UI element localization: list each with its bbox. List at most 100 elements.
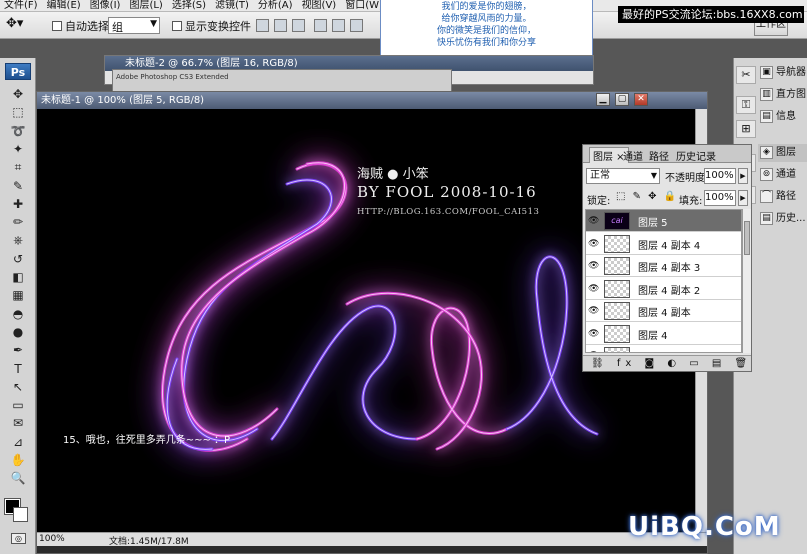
tools-panel: Ps ◎ ✥ ⬚ ➰ ✦ ⌗ ✎ ✚ ✏ ⎈ ↺ ◧ ▦ ◓ ● ✒ T ↖ ▭ ✉ ⊿ ✋ 🔍 bbox=[0, 58, 36, 554]
close-button[interactable]: ✕ bbox=[634, 93, 648, 106]
layer-row[interactable]: 👁 cai 图层 5 bbox=[586, 210, 741, 232]
quick-mask-icon[interactable]: ◎ bbox=[11, 533, 26, 544]
menu-item[interactable]: 图像(I) bbox=[90, 0, 121, 11]
auto-select-value: 组 bbox=[112, 21, 123, 34]
visibility-eye-icon[interactable]: 👁 bbox=[588, 261, 599, 271]
visibility-eye-icon[interactable]: 👁 bbox=[588, 239, 599, 249]
auto-select-dropdown[interactable]: 组 ▼ bbox=[108, 17, 160, 34]
scroll-thumb[interactable] bbox=[744, 221, 750, 255]
dock-panel-label: 导航器 bbox=[776, 67, 806, 78]
dock-panel-0[interactable]: ▣ 导航器 bbox=[758, 64, 807, 82]
layer-row[interactable]: 👁 图层 3 副本 3 bbox=[586, 345, 741, 352]
lasso-icon[interactable]: ➰ bbox=[9, 123, 27, 140]
align-bottom-icon[interactable] bbox=[292, 19, 305, 32]
visibility-eye-icon[interactable]: 👁 bbox=[588, 216, 599, 226]
dock-panel-label: 路径 bbox=[776, 191, 796, 202]
grid-icon[interactable]: ⊞ bbox=[736, 120, 756, 138]
minimize-button[interactable]: ▁ bbox=[596, 93, 610, 106]
background-color-swatch[interactable] bbox=[13, 507, 28, 522]
menu-item[interactable]: 分析(A) bbox=[258, 0, 293, 11]
layers-panel: 图层 × 通道 路径 历史记录 正常 ▼ 不透明度: 100% ▶ 锁定: ⬚ ✎ ✥ … bbox=[582, 144, 752, 372]
dodge-icon[interactable]: ● bbox=[9, 324, 27, 341]
visibility-eye-icon[interactable]: 👁 bbox=[588, 306, 599, 316]
auto-select-checkbox[interactable]: 自动选择: bbox=[52, 18, 113, 34]
layer-row[interactable]: 👁 图层 4 副本 2 bbox=[586, 277, 741, 300]
fill-input[interactable]: 100% bbox=[704, 190, 736, 206]
brush-icon[interactable]: ✏ bbox=[9, 214, 27, 231]
layer-row[interactable]: 👁 图层 4 副本 bbox=[586, 300, 741, 322]
shape-icon[interactable]: ▭ bbox=[9, 397, 27, 414]
menu-item[interactable]: 选择(S) bbox=[172, 0, 206, 11]
tab-3[interactable]: 历史记录 bbox=[676, 148, 716, 163]
zoom-level[interactable]: 100% bbox=[39, 534, 65, 544]
notes-icon[interactable]: ✉ bbox=[9, 415, 27, 432]
opacity-input[interactable]: 100% bbox=[704, 168, 736, 184]
opacity-slider-button[interactable]: ▶ bbox=[738, 168, 748, 184]
blend-mode-value: 正常 bbox=[590, 170, 610, 181]
blur-icon[interactable]: ◓ bbox=[9, 306, 27, 323]
dock-panel2-0[interactable]: ◈ 图层 bbox=[758, 144, 807, 162]
site-watermark: UiBQ.CoM bbox=[628, 512, 781, 542]
zoom-icon[interactable]: 🔍 bbox=[9, 470, 27, 487]
move-tool-icon[interactable]: ✥▾ bbox=[6, 16, 23, 31]
history-brush-icon[interactable]: ↺ bbox=[9, 251, 27, 268]
path-select-icon[interactable]: ↖ bbox=[9, 379, 27, 396]
dock-panel-2[interactable]: ▤ 信息 bbox=[758, 108, 807, 126]
visibility-eye-icon[interactable]: 👁 bbox=[588, 329, 599, 339]
layers-scrollbar[interactable] bbox=[742, 209, 751, 353]
menu-item[interactable]: 图层(L) bbox=[129, 0, 162, 11]
dock-panel2-2[interactable]: ⌒ 路径 bbox=[758, 188, 807, 206]
layers-footer-icons[interactable]: ⛓ fx ◙ ◐ ▭ ▤ 🗑 bbox=[583, 355, 751, 371]
eraser-icon[interactable]: ◧ bbox=[9, 269, 27, 286]
layers-list: 👁 cai 图层 5 👁 图层 4 副本 4 👁 图层 4 副本 3 👁 图层 4 副本 2 👁 图… bbox=[585, 209, 742, 353]
layer-name: 图层 4 副本 4 bbox=[638, 240, 701, 252]
hand-icon[interactable]: ✋ bbox=[9, 452, 27, 469]
scissors-icon[interactable]: ✂ bbox=[736, 66, 756, 84]
maximize-button[interactable]: ▢ bbox=[615, 93, 629, 106]
align-left-icon[interactable] bbox=[314, 19, 327, 32]
key-icon[interactable]: ⚿ bbox=[736, 96, 756, 114]
opacity-label: 不透明度: bbox=[665, 173, 709, 184]
visibility-eye-icon[interactable]: 👁 bbox=[588, 284, 599, 294]
canvas-date-line: BY FOOL 2008-10-16 bbox=[357, 183, 537, 201]
dock-panel-1[interactable]: ▥ 直方图 bbox=[758, 86, 807, 104]
magic-wand-icon[interactable]: ✦ bbox=[9, 141, 27, 158]
tab-1[interactable]: 通道 bbox=[623, 148, 643, 163]
eyedropper-icon[interactable]: ✎ bbox=[9, 178, 27, 195]
light-stroke bbox=[182, 178, 333, 442]
align-right-icon[interactable] bbox=[350, 19, 363, 32]
dock-panel2-3[interactable]: ▤ 历史... bbox=[758, 210, 807, 228]
canvas-author-line: 海贼 ● 小笨 bbox=[357, 167, 429, 182]
visibility-eye-icon[interactable]: 👁 bbox=[588, 351, 599, 352]
layer-row[interactable]: 👁 图层 4 bbox=[586, 322, 741, 345]
marquee-icon[interactable]: ⬚ bbox=[9, 104, 27, 121]
crop-icon[interactable]: ⌗ bbox=[9, 159, 27, 176]
align-vcenter-icon[interactable] bbox=[274, 19, 287, 32]
lock-label: 锁定: bbox=[587, 196, 611, 207]
align-hcenter-icon[interactable] bbox=[332, 19, 345, 32]
fill-slider-button[interactable]: ▶ bbox=[738, 190, 748, 206]
lock-icons[interactable]: ⬚ ✎ ✥ 🔒 bbox=[616, 191, 678, 202]
align-top-icon[interactable] bbox=[256, 19, 269, 32]
info-icon: ▤ bbox=[760, 110, 773, 123]
layer-row[interactable]: 👁 图层 4 副本 4 bbox=[586, 232, 741, 255]
menu-item[interactable]: 滤镜(T) bbox=[215, 0, 249, 11]
blend-mode-dropdown[interactable]: 正常 ▼ bbox=[586, 168, 660, 184]
background-app-window[interactable]: Adobe Photoshop CS3 Extended bbox=[112, 69, 452, 93]
dock-panel2-1[interactable]: ⊚ 通道 bbox=[758, 166, 807, 184]
gradient-icon[interactable]: ▦ bbox=[9, 287, 27, 304]
eyedrop2-icon[interactable]: ⊿ bbox=[9, 434, 27, 451]
layer-row[interactable]: 👁 图层 4 副本 3 bbox=[586, 255, 741, 277]
show-transform-checkbox[interactable]: 显示变换控件 bbox=[172, 18, 251, 34]
tab-2[interactable]: 路径 bbox=[649, 148, 669, 163]
menu-item[interactable]: 窗口(W) bbox=[345, 0, 383, 11]
paths-icon: ⌒ bbox=[760, 190, 773, 203]
type-icon[interactable]: T bbox=[9, 361, 27, 378]
menu-item[interactable]: 编辑(E) bbox=[47, 0, 81, 11]
menu-item[interactable]: 视图(V) bbox=[302, 0, 337, 11]
healing-icon[interactable]: ✚ bbox=[9, 196, 27, 213]
stamp-icon[interactable]: ⎈ bbox=[9, 232, 27, 249]
menu-item[interactable]: 文件(F) bbox=[4, 0, 38, 11]
pen-icon[interactable]: ✒ bbox=[9, 342, 27, 359]
move-icon[interactable]: ✥ bbox=[9, 86, 27, 103]
